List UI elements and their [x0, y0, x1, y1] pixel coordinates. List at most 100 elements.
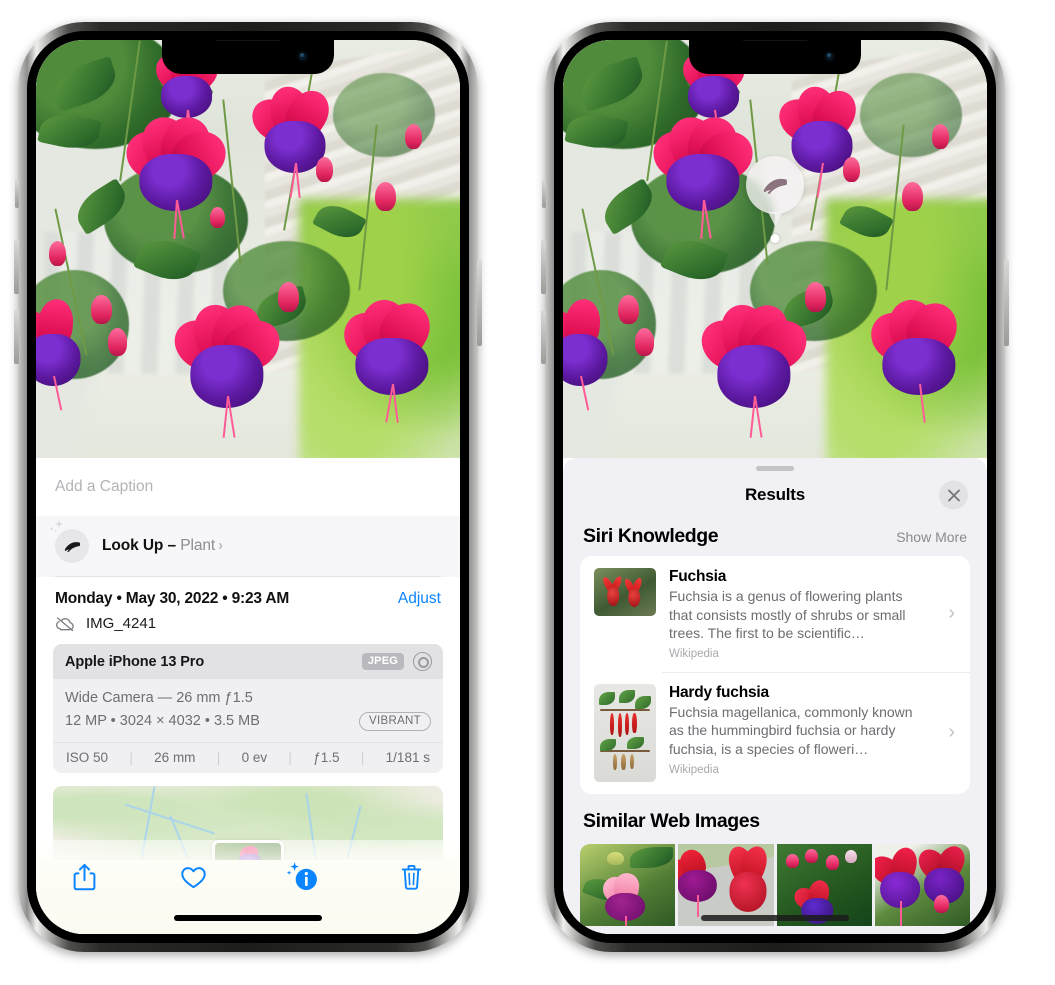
look-up-subject: Plant	[180, 537, 216, 554]
lens-info: Wide Camera — 26 mm ƒ1.5	[65, 690, 253, 706]
chevron-right-icon: ›	[218, 537, 224, 554]
web-image-thumbnail[interactable]	[874, 843, 970, 926]
photographic-style-badge: VIBRANT	[359, 712, 431, 732]
result-source: Wikipedia	[669, 763, 719, 776]
phone-right: Results Siri Knowledge Show More Fuchsia…	[541, 22, 1009, 952]
result-title: Fuchsia	[669, 568, 727, 585]
exif-card[interactable]: Apple iPhone 13 Pro JPEG Wide Camera — 2…	[53, 644, 443, 773]
siri-knowledge-title: Siri Knowledge	[583, 525, 719, 547]
screen-left: Add a Caption Look Up – Plant › Monday •…	[36, 40, 460, 934]
similar-web-images-row	[563, 843, 987, 926]
exif-stat-iso: ISO 50	[66, 749, 109, 765]
photo-metadata: Monday • May 30, 2022 • 9:23 AM Adjust I…	[36, 577, 460, 632]
info-sparkle-icon	[286, 862, 317, 890]
sparkle-icon	[49, 520, 63, 533]
similar-web-images-header: Similar Web Images	[563, 794, 987, 837]
photo-fuchsia-right[interactable]	[563, 40, 987, 458]
photo-date: Monday • May 30, 2022 • 9:23 AM	[55, 590, 290, 607]
front-camera-icon	[297, 51, 308, 62]
similar-web-images-title: Similar Web Images	[583, 809, 760, 832]
list-item[interactable]: Hardy fuchsia Fuchsia magellanica, commo…	[580, 671, 970, 794]
result-title: Hardy fuchsia	[669, 683, 769, 701]
show-more-button[interactable]: Show More	[896, 529, 967, 545]
exif-stat-focal: 26 mm	[154, 749, 196, 765]
result-text: Hardy fuchsia Fuchsia magellanica, commo…	[669, 684, 935, 776]
share-icon	[73, 863, 95, 891]
home-indicator-right[interactable]	[701, 915, 849, 921]
divider: |	[360, 749, 365, 765]
earpiece-speaker	[214, 40, 282, 41]
results-title: Results	[744, 485, 805, 504]
exif-stat-ev: 0 ev	[241, 749, 268, 765]
web-image-thumbnail[interactable]	[776, 843, 872, 926]
look-up-title: Look Up	[102, 537, 164, 554]
caption-input[interactable]: Add a Caption	[36, 458, 460, 516]
volume-down-button-right[interactable]	[541, 310, 546, 364]
siri-knowledge-card: Fuchsia Fuchsia is a genus of flowering …	[580, 556, 970, 794]
exif-body: Wide Camera — 26 mm ƒ1.5 12 MP • 3024 × …	[53, 679, 443, 742]
delete-button[interactable]	[392, 857, 432, 897]
web-image-thumbnail[interactable]	[678, 843, 774, 926]
result-description: Fuchsia is a genus of flowering plants t…	[669, 588, 906, 642]
screen-right: Results Siri Knowledge Show More Fuchsia…	[563, 40, 987, 934]
list-item[interactable]: Fuchsia Fuchsia is a genus of flowering …	[580, 556, 970, 672]
exif-header: Apple iPhone 13 Pro JPEG	[53, 644, 443, 679]
volume-up-button-left[interactable]	[14, 240, 19, 294]
siri-knowledge-header: Siri Knowledge Show More	[563, 519, 987, 556]
divider: |	[129, 749, 133, 765]
look-up-dash: –	[167, 537, 177, 554]
camera-device-name: Apple iPhone 13 Pro	[65, 653, 205, 670]
result-description: Fuchsia magellanica, commonly known as t…	[669, 703, 913, 758]
power-button-right[interactable]	[1004, 260, 1009, 346]
close-button[interactable]	[939, 480, 968, 510]
earpiece-speaker	[741, 40, 809, 41]
home-indicator-left[interactable]	[174, 915, 322, 921]
caption-placeholder-text: Add a Caption	[55, 478, 154, 495]
result-source: Wikipedia	[669, 647, 719, 660]
exif-stat-shutter: 1/181 s	[385, 749, 430, 765]
share-button[interactable]	[64, 857, 104, 897]
visual-look-up-pointer	[768, 212, 782, 226]
exif-stat-aperture: ƒ1.5	[313, 749, 340, 765]
divider: |	[216, 749, 221, 765]
favorite-button[interactable]	[173, 857, 213, 897]
chevron-right-icon: ›	[948, 602, 955, 625]
aperture-icon	[413, 652, 432, 671]
screenshot-root: Add a Caption Look Up – Plant › Monday •…	[0, 0, 1055, 985]
adjust-button[interactable]: Adjust	[398, 590, 441, 608]
result-thumbnail	[594, 683, 656, 782]
results-sheet: Results Siri Knowledge Show More Fuchsia…	[563, 458, 987, 934]
web-image-thumbnail[interactable]	[580, 843, 676, 926]
volume-down-button-left[interactable]	[14, 310, 19, 364]
leaf-icon	[763, 178, 787, 194]
result-thumbnail	[594, 568, 656, 616]
icloud-slash-icon	[56, 616, 74, 631]
format-badge: JPEG	[361, 653, 404, 670]
look-up-row[interactable]: Look Up – Plant ›	[36, 516, 460, 577]
chevron-right-icon: ›	[948, 721, 955, 744]
photo-filename: IMG_4241	[86, 615, 157, 632]
exif-stats-row: ISO 50 | 26 mm | 0 ev | ƒ1.5 | 1/181 s	[53, 741, 443, 773]
front-camera-icon	[824, 51, 835, 62]
photo-fuchsia-left[interactable]	[36, 40, 460, 458]
close-icon	[947, 489, 960, 501]
silent-switch-right[interactable]	[542, 180, 546, 208]
visual-look-up-badge[interactable]	[746, 156, 804, 214]
power-button-left[interactable]	[477, 260, 482, 346]
visual-look-up-anchor-dot	[770, 234, 780, 243]
trash-icon	[402, 864, 422, 890]
volume-up-button-right[interactable]	[541, 240, 546, 294]
photo-info-sheet: Add a Caption Look Up – Plant › Monday •…	[36, 458, 460, 934]
silent-switch-left[interactable]	[15, 180, 19, 208]
leaf-icon	[49, 520, 89, 563]
notch-right	[689, 40, 861, 74]
info-button[interactable]	[283, 857, 323, 897]
look-up-label: Look Up – Plant ›	[102, 537, 223, 555]
divider: |	[288, 749, 292, 765]
image-specs: 12 MP • 3024 × 4032 • 3.5 MB	[65, 713, 260, 730]
heart-icon	[181, 866, 206, 888]
notch-left	[162, 40, 334, 74]
result-text: Fuchsia Fuchsia is a genus of flowering …	[669, 568, 935, 660]
results-header: Results	[563, 471, 987, 519]
phone-left: Add a Caption Look Up – Plant › Monday •…	[14, 22, 482, 952]
